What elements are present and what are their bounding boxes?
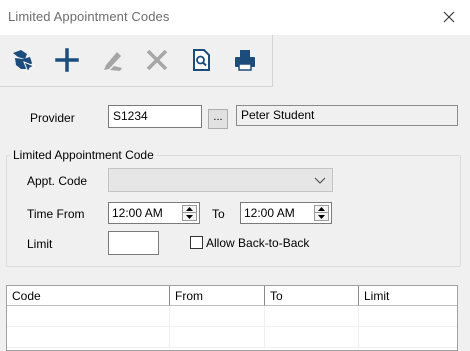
table-cell — [170, 327, 265, 348]
close-button[interactable] — [432, 4, 466, 30]
arrow-down-icon — [318, 214, 325, 219]
spin-down-button[interactable] — [183, 213, 196, 220]
table-cell — [265, 327, 359, 348]
time-to-spinner[interactable] — [314, 205, 329, 221]
time-to-value: 12:00 AM — [244, 206, 295, 220]
toolbar — [0, 35, 273, 87]
dialog-body: Provider S1234 ... Peter Student Limited… — [0, 35, 470, 351]
provider-code-input[interactable]: S1234 — [108, 105, 202, 128]
grid-header: Code From To Limit — [7, 286, 457, 306]
close-icon — [443, 11, 455, 23]
table-cell — [170, 306, 265, 327]
time-from-input[interactable]: 12:00 AM — [108, 202, 200, 224]
limit-label: Limit — [27, 237, 53, 251]
edit-icon — [104, 52, 122, 71]
select-provider-button[interactable] — [8, 45, 38, 75]
edit-button[interactable] — [98, 45, 128, 75]
table-row[interactable] — [7, 306, 457, 327]
window-title: Limited Appointment Codes — [8, 9, 170, 24]
table-cell — [359, 306, 457, 327]
appt-code-label: Appt. Code — [27, 174, 88, 188]
table-row[interactable] — [7, 327, 457, 348]
title-bar: Limited Appointment Codes — [0, 0, 470, 35]
chevron-down-icon — [314, 177, 326, 184]
table-cell — [359, 327, 457, 348]
allow-back-to-back-checkbox[interactable] — [190, 236, 203, 249]
arrow-up-icon — [186, 207, 193, 211]
time-from-spinner[interactable] — [182, 205, 197, 221]
time-to-input[interactable]: 12:00 AM — [240, 202, 332, 224]
print-icon — [235, 50, 255, 71]
arrow-up-icon — [318, 207, 325, 211]
time-from-value: 12:00 AM — [112, 206, 163, 220]
table-cell — [7, 306, 170, 327]
select-provider-icon — [13, 50, 36, 73]
provider-label: Provider — [30, 111, 75, 125]
spin-up-button[interactable] — [315, 206, 328, 213]
table-cell — [7, 327, 170, 348]
arrow-down-icon — [186, 214, 193, 219]
spin-up-button[interactable] — [183, 206, 196, 213]
appt-code-dropdown[interactable] — [108, 168, 333, 192]
delete-button[interactable] — [142, 45, 172, 75]
provider-lookup-button[interactable]: ... — [208, 109, 228, 129]
delete-icon — [146, 49, 168, 71]
to-label: To — [212, 207, 225, 221]
column-header-limit[interactable]: Limit — [359, 286, 457, 306]
appointment-codes-grid[interactable]: Code From To Limit — [6, 285, 458, 351]
add-button[interactable] — [52, 45, 82, 75]
time-from-label: Time From — [27, 207, 85, 221]
table-cell — [265, 306, 359, 327]
preview-icon — [193, 49, 210, 71]
limit-input[interactable] — [108, 231, 159, 255]
add-icon — [55, 48, 79, 72]
spin-down-button[interactable] — [315, 213, 328, 220]
column-header-from[interactable]: From — [170, 286, 265, 306]
preview-button[interactable] — [186, 45, 216, 75]
group-title: Limited Appointment Code — [10, 148, 157, 162]
column-header-code[interactable]: Code — [7, 286, 170, 306]
print-button[interactable] — [230, 45, 260, 75]
provider-name-field: Peter Student — [236, 105, 458, 126]
column-header-to[interactable]: To — [265, 286, 359, 306]
allow-back-to-back-label[interactable]: Allow Back-to-Back — [206, 236, 309, 250]
